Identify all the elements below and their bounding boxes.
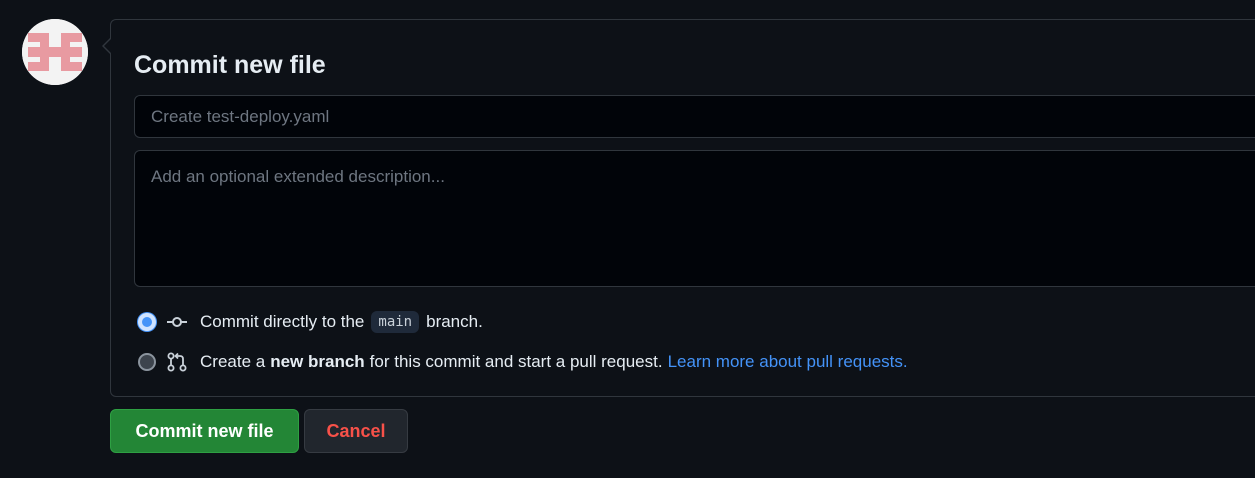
commit-form-title: Commit new file bbox=[134, 51, 326, 79]
pull-requests-help-link[interactable]: Learn more about pull requests. bbox=[668, 352, 908, 372]
branch-name-badge: main bbox=[371, 311, 420, 333]
identicon-avatar-icon bbox=[22, 19, 88, 85]
new-branch-radio[interactable] bbox=[138, 353, 156, 371]
commit-summary-input[interactable] bbox=[134, 95, 1255, 138]
new-branch-bold: new branch bbox=[270, 352, 365, 371]
git-commit-icon bbox=[167, 317, 187, 327]
commit-direct-radio[interactable] bbox=[138, 313, 156, 331]
commit-direct-option[interactable]: Commit directly to the main branch. bbox=[138, 310, 483, 334]
git-pull-request-icon bbox=[167, 352, 187, 372]
avatar[interactable] bbox=[22, 19, 88, 85]
cancel-button[interactable]: Cancel bbox=[304, 409, 408, 453]
commit-direct-text-after: branch. bbox=[426, 312, 483, 331]
commit-new-file-button[interactable]: Commit new file bbox=[110, 409, 299, 453]
commit-form-panel: Commit new file Commit directly to the m… bbox=[102, 19, 1255, 397]
new-branch-option[interactable]: Create a new branch for this commit and … bbox=[138, 350, 908, 374]
commit-description-input[interactable] bbox=[134, 150, 1255, 287]
new-branch-text-after: for this commit and start a pull request… bbox=[369, 352, 663, 371]
commit-direct-text: Commit directly to the bbox=[200, 312, 365, 331]
new-branch-text: Create a bbox=[200, 352, 266, 371]
